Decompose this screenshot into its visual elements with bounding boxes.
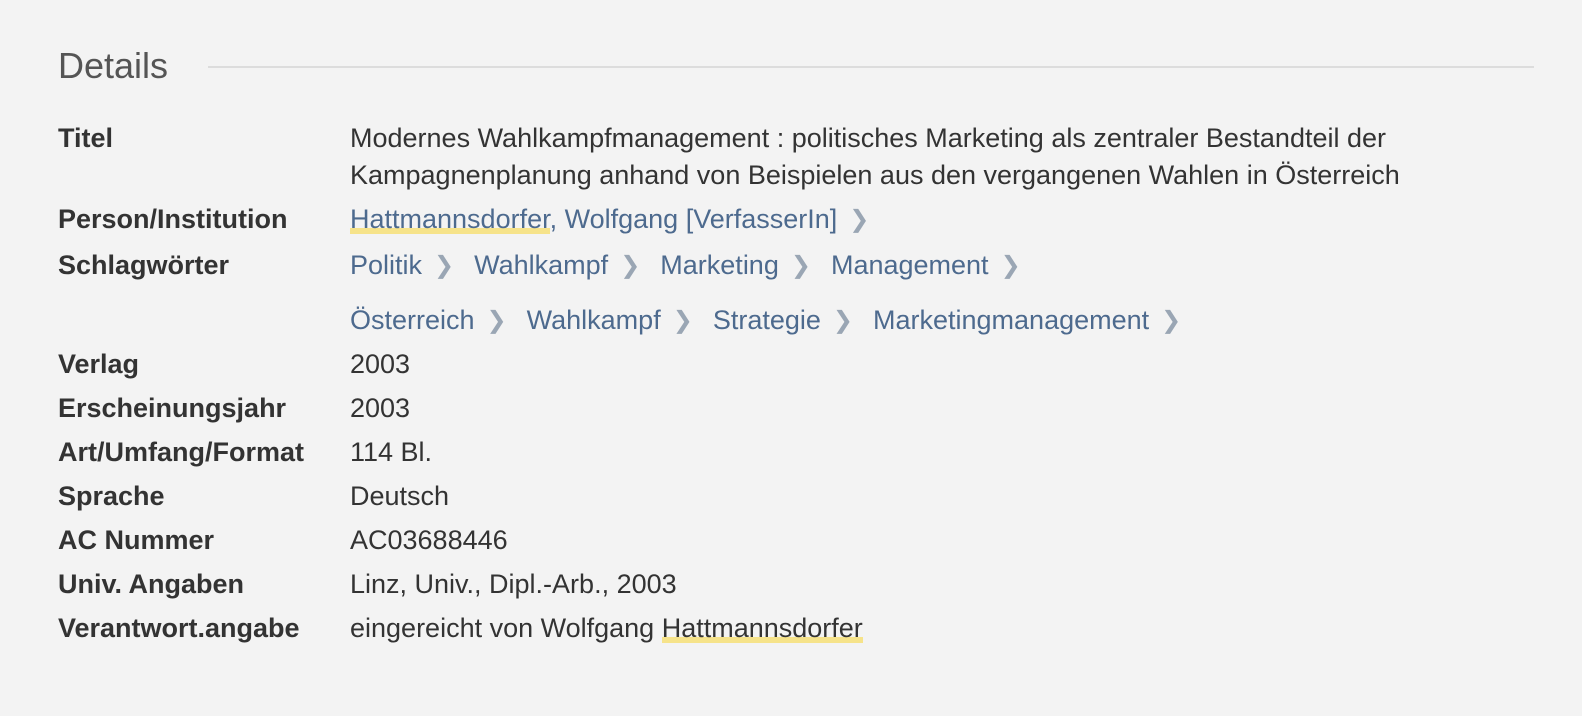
keyword-link[interactable]: Strategie — [713, 305, 821, 335]
row-language: Sprache Deutsch — [58, 478, 1534, 522]
chevron-right-icon: ❯ — [434, 252, 455, 279]
title-line-2: Kampagnenplanung anhand von Beispielen a… — [350, 160, 1400, 190]
label-responsibility: Verantwort.angabe — [58, 613, 300, 643]
person-link[interactable]: Hattmannsdorfer, Wolfgang [VerfasserIn] — [350, 204, 837, 234]
label-year: Erscheinungsjahr — [58, 393, 287, 423]
label-extent: Art/Umfang/Format — [58, 437, 305, 467]
person-lastname-highlight: Hattmannsdorfer — [350, 204, 550, 234]
row-ac-number: AC Nummer AC03688446 — [58, 522, 1534, 566]
section-divider — [208, 66, 1534, 68]
value-extent: 114 Bl. — [350, 437, 433, 467]
label-person: Person/Institution — [58, 204, 288, 234]
label-ac-number: AC Nummer — [58, 525, 215, 555]
value-keywords: Politik ❯ Wahlkampf ❯ Marketing ❯ Management ❯ … — [350, 247, 1534, 339]
chevron-right-icon[interactable]: ❯ — [849, 201, 869, 238]
value-univ: Linz, Univ., Dipl.-Arb., 2003 — [350, 569, 677, 599]
details-panel: Details Titel Modernes Wahlkampfmanageme… — [58, 40, 1534, 654]
row-publisher: Verlag 2003 — [58, 346, 1534, 390]
responsibility-prefix: eingereicht von Wolfgang — [350, 613, 662, 643]
keyword-chain-1: Politik ❯ Wahlkampf ❯ Marketing ❯ Management ❯ — [350, 247, 1534, 284]
details-list: Titel Modernes Wahlkampfmanagement : pol… — [58, 120, 1534, 654]
value-publisher: 2003 — [350, 349, 411, 379]
details-header: Details — [58, 40, 1534, 92]
value-title: Modernes Wahlkampfmanagement : politisch… — [350, 120, 1534, 194]
title-line-1: Modernes Wahlkampfmanagement : politisch… — [350, 123, 1386, 153]
row-univ: Univ. Angaben Linz, Univ., Dipl.-Arb., 2… — [58, 566, 1534, 610]
value-responsibility: eingereicht von Wolfgang Hattmannsdorfer — [350, 610, 1534, 654]
responsibility-name-highlight: Hattmannsdorfer — [661, 613, 863, 643]
keyword-link[interactable]: Wahlkampf — [527, 305, 661, 335]
chevron-right-icon: ❯ — [790, 252, 811, 279]
keyword-chain-2: Österreich ❯ Wahlkampf ❯ Strategie ❯ Marketing… — [350, 302, 1534, 339]
label-keywords: Schlagwörter — [58, 250, 230, 280]
row-keywords: Schlagwörter Politik ❯ Wahlkampf ❯ Marketing… — [58, 247, 1534, 339]
label-title: Titel — [58, 123, 114, 153]
label-language: Sprache — [58, 481, 165, 511]
chevron-right-icon: ❯ — [620, 252, 641, 279]
keyword-link[interactable]: Marketingmanagement — [873, 305, 1149, 335]
chevron-right-icon: ❯ — [672, 307, 693, 334]
chevron-right-icon[interactable]: ❯ — [1161, 302, 1181, 339]
row-extent: Art/Umfang/Format 114 Bl. — [58, 434, 1534, 478]
keyword-link[interactable]: Management — [831, 250, 989, 280]
label-univ: Univ. Angaben — [58, 569, 245, 599]
keyword-link[interactable]: Österreich — [350, 305, 475, 335]
keyword-link[interactable]: Politik — [350, 250, 422, 280]
section-title: Details — [58, 45, 169, 86]
label-publisher: Verlag — [58, 349, 140, 379]
value-year: 2003 — [350, 393, 411, 423]
person-name-rest: , Wolfgang [VerfasserIn] — [549, 204, 838, 234]
row-year: Erscheinungsjahr 2003 — [58, 390, 1534, 434]
value-person: Hattmannsdorfer, Wolfgang [VerfasserIn] ❯ — [350, 201, 1534, 238]
row-person: Person/Institution Hattmannsdorfer, Wolf… — [58, 201, 1534, 238]
keyword-link[interactable]: Wahlkampf — [474, 250, 608, 280]
chevron-right-icon: ❯ — [486, 307, 507, 334]
chevron-right-icon[interactable]: ❯ — [1001, 247, 1021, 284]
row-title: Titel Modernes Wahlkampfmanagement : pol… — [58, 120, 1534, 194]
keyword-link[interactable]: Marketing — [660, 250, 779, 280]
chevron-right-icon: ❯ — [832, 307, 853, 334]
row-responsibility: Verantwort.angabe eingereicht von Wolfga… — [58, 610, 1534, 654]
value-language: Deutsch — [350, 481, 450, 511]
value-ac-number: AC03688446 — [350, 525, 508, 555]
